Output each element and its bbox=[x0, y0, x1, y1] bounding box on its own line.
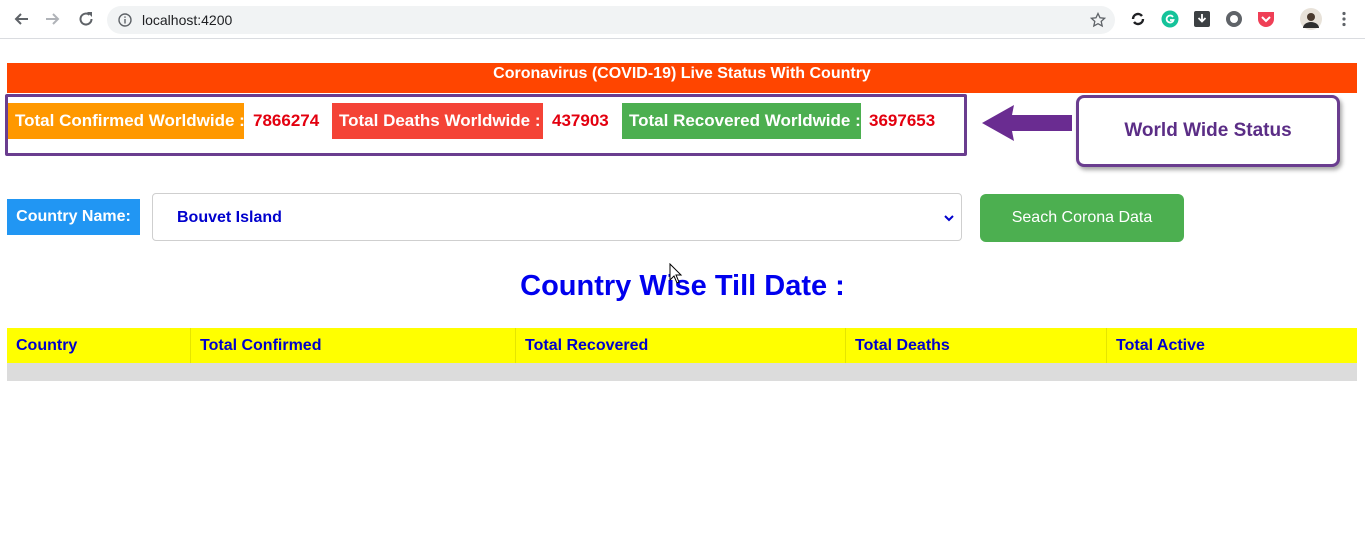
page-banner: Coronavirus (COVID-19) Live Status With … bbox=[7, 63, 1357, 93]
profile-avatar-icon[interactable] bbox=[1300, 8, 1322, 30]
deaths-value: 437903 bbox=[552, 111, 609, 130]
browser-toolbar: localhost:4200 bbox=[0, 0, 1365, 39]
sync-extension-icon[interactable] bbox=[1129, 10, 1147, 28]
address-bar[interactable]: localhost:4200 bbox=[107, 6, 1115, 34]
table-row bbox=[7, 363, 1357, 381]
confirmed-label: Total Confirmed Worldwide : bbox=[8, 103, 245, 139]
header-total-recovered: Total Recovered bbox=[516, 328, 846, 363]
search-corona-data-button[interactable]: Seach Corona Data bbox=[980, 194, 1184, 242]
menu-dots-icon[interactable] bbox=[1335, 10, 1353, 28]
header-country: Country bbox=[7, 328, 191, 363]
deaths-label: Total Deaths Worldwide : bbox=[332, 103, 543, 139]
forward-button[interactable] bbox=[43, 9, 63, 29]
header-total-active: Total Active bbox=[1116, 337, 1205, 354]
header-total-confirmed: Total Confirmed bbox=[191, 328, 516, 363]
annotation-arrow-icon bbox=[982, 105, 1072, 141]
url-text[interactable]: localhost:4200 bbox=[142, 12, 232, 28]
info-icon[interactable] bbox=[118, 13, 132, 27]
header-total-deaths: Total Deaths bbox=[846, 328, 1107, 363]
country-name-label: Country Name: bbox=[7, 199, 140, 235]
grammarly-extension-icon[interactable] bbox=[1161, 10, 1179, 28]
back-button[interactable] bbox=[11, 9, 31, 29]
pocket-extension-icon[interactable] bbox=[1257, 10, 1275, 28]
table-header-row: Country Total Confirmed Total Recovered … bbox=[7, 328, 1357, 363]
country-select[interactable]: Bouvet Island bbox=[152, 193, 962, 241]
recovered-value: 3697653 bbox=[869, 111, 936, 130]
confirmed-value: 7866274 bbox=[253, 111, 320, 130]
back-arrow-icon bbox=[14, 13, 28, 25]
forward-arrow-icon bbox=[46, 13, 60, 25]
country-data-table: Country Total Confirmed Total Recovered … bbox=[7, 328, 1357, 381]
privacy-extension-icon[interactable] bbox=[1225, 10, 1243, 28]
chevron-down-icon[interactable] bbox=[943, 212, 955, 224]
world-wide-status-callout: World Wide Status bbox=[1076, 95, 1340, 167]
country-select-value[interactable]: Bouvet Island bbox=[177, 209, 282, 227]
recovered-label: Total Recovered Worldwide : bbox=[622, 103, 861, 139]
star-icon[interactable] bbox=[1090, 12, 1106, 28]
mouse-cursor-icon bbox=[669, 263, 683, 284]
reload-button[interactable] bbox=[76, 9, 96, 29]
reload-icon bbox=[79, 12, 93, 26]
download-extension-icon[interactable] bbox=[1193, 10, 1211, 28]
